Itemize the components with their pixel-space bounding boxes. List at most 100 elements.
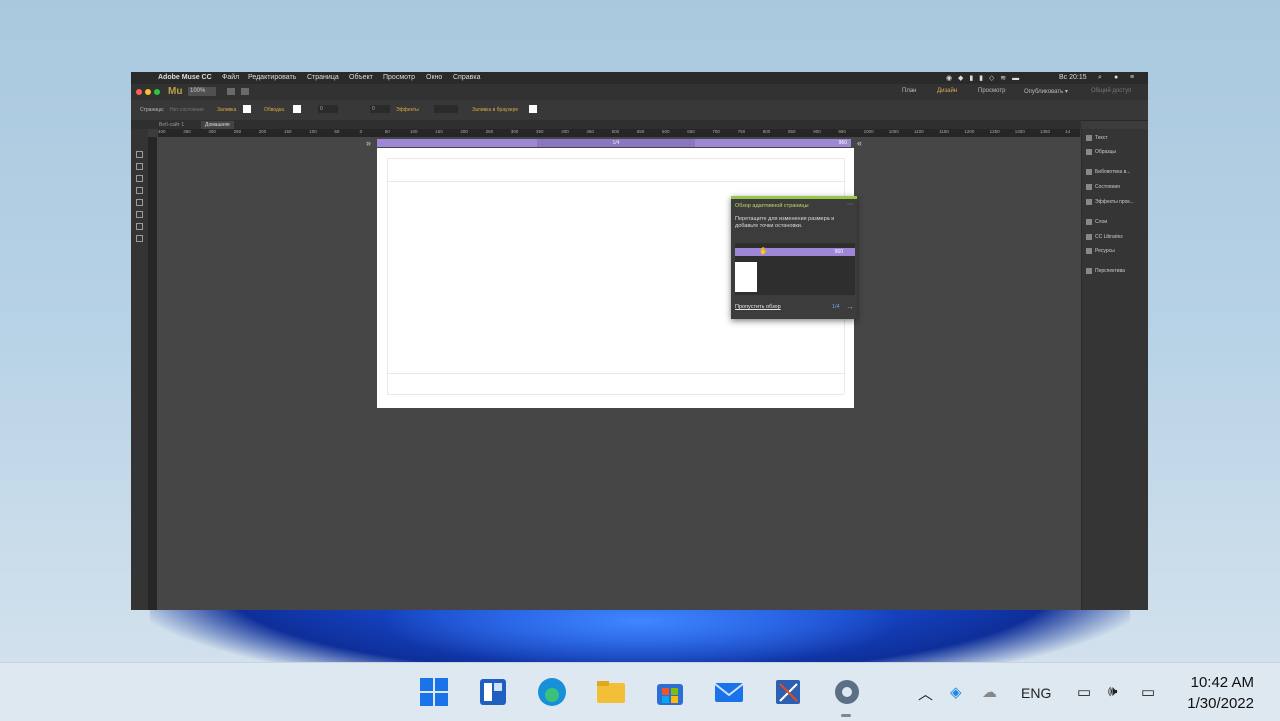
fill-stroke-icon[interactable] bbox=[136, 235, 143, 242]
edge-button[interactable] bbox=[535, 675, 569, 709]
share-button[interactable]: Общий доступ bbox=[1091, 88, 1131, 94]
volume-icon[interactable]: 🕪 bbox=[1108, 683, 1117, 700]
mode-preview[interactable]: Просмотр bbox=[978, 88, 1005, 94]
language-indicator[interactable]: ENG bbox=[1021, 685, 1051, 701]
start-button[interactable] bbox=[417, 675, 451, 709]
corner-radius-field[interactable]: 0 bbox=[370, 105, 390, 113]
network-icon[interactable]: ▭ bbox=[1077, 683, 1091, 701]
left-margin-guide bbox=[387, 158, 388, 394]
ruler-tick-label: 650 bbox=[687, 129, 695, 134]
rectangle-tool-icon[interactable] bbox=[136, 187, 143, 194]
breakpoint-left-handle-icon[interactable]: » bbox=[366, 137, 371, 149]
onedrive-icon[interactable]: ☁ bbox=[982, 683, 997, 701]
minimize-window-button[interactable] bbox=[145, 89, 151, 95]
ruler-tick-label: 500 bbox=[611, 129, 620, 134]
vertical-ruler bbox=[148, 137, 157, 610]
widgets-button[interactable] bbox=[476, 675, 510, 709]
settings-button[interactable] bbox=[830, 675, 864, 709]
ruler-tick-label: 900 bbox=[813, 129, 821, 134]
panel-swatches[interactable]: Образцы bbox=[1086, 147, 1116, 157]
tour-preview-value: 960 bbox=[834, 249, 843, 255]
tour-preview-bar: ✋ 960 bbox=[735, 248, 855, 256]
publish-button[interactable]: Опубликовать ▾ bbox=[1024, 88, 1068, 95]
panel-assets[interactable]: Ресурсы bbox=[1086, 246, 1115, 256]
panel-text[interactable]: Текст bbox=[1086, 133, 1108, 143]
menu-object[interactable]: Объект bbox=[349, 74, 373, 81]
opacity-field[interactable] bbox=[434, 105, 458, 113]
menu-page[interactable]: Страница bbox=[307, 74, 339, 81]
fill-swatch[interactable] bbox=[243, 105, 251, 113]
ruler-tick-label: 1000 bbox=[863, 129, 874, 134]
menu-edit[interactable]: Редактировать bbox=[248, 74, 296, 81]
taskbar-clock[interactable]: 10:42 AM 1/30/2022 bbox=[1187, 672, 1254, 714]
app-name-menu[interactable]: Adobe Muse CC bbox=[158, 74, 212, 81]
tour-close-icon[interactable]: ⋯ bbox=[847, 201, 853, 208]
store-icon bbox=[657, 684, 683, 705]
file-explorer-button[interactable] bbox=[594, 675, 628, 709]
ruler-tick-label: 700 bbox=[712, 129, 720, 134]
chevron-up-icon[interactable]: ︿ bbox=[918, 683, 933, 704]
mode-design[interactable]: Дизайн bbox=[937, 88, 957, 94]
notification-center-icon[interactable]: ≡ bbox=[1130, 74, 1134, 81]
mode-plan[interactable]: План bbox=[902, 88, 916, 94]
view-options-icon[interactable] bbox=[241, 88, 249, 95]
ruler-tick-label: 850 bbox=[788, 129, 796, 134]
zoom-window-button[interactable] bbox=[154, 89, 160, 95]
stroke-width-field[interactable]: 0 bbox=[318, 105, 338, 113]
ruler-tick-label: 1100 bbox=[914, 129, 924, 134]
zoom-select[interactable]: 100% bbox=[188, 87, 216, 96]
skip-tour-link[interactable]: Пропустить обзор bbox=[735, 304, 781, 310]
snipping-tool-button[interactable] bbox=[771, 675, 805, 709]
ruler-tick-label: 150 bbox=[284, 129, 292, 134]
panel-cc-libraries[interactable]: CC Libraries bbox=[1086, 232, 1123, 242]
close-window-button[interactable] bbox=[136, 89, 142, 95]
windows-logo-icon bbox=[420, 678, 448, 706]
page-label: Страница: bbox=[140, 107, 165, 113]
browser-fill-label[interactable]: Заливка в браузере bbox=[472, 107, 518, 113]
ruler-tick-label: 950 bbox=[838, 129, 846, 134]
mail-button[interactable] bbox=[712, 675, 746, 709]
panel-perspective[interactable]: Перспектива bbox=[1086, 266, 1125, 276]
ruler-tick-label: 1250 bbox=[989, 129, 1000, 134]
ruler-tick-label: 1350 bbox=[1040, 129, 1051, 134]
ruler-tick-label: 250 bbox=[485, 129, 494, 134]
ruler-tick-label: 50 bbox=[384, 129, 390, 134]
fill-label[interactable]: Заливка bbox=[217, 107, 236, 113]
ruler-tick-label: 250 bbox=[233, 129, 242, 134]
stroke-label[interactable]: Обводка bbox=[264, 107, 284, 113]
panel-library[interactable]: Библиотека в... bbox=[1086, 167, 1130, 177]
crop-tool-icon[interactable] bbox=[136, 163, 143, 170]
selection-tool-icon[interactable] bbox=[136, 151, 143, 158]
breakpoint-bar[interactable]: 1/4 960 bbox=[377, 139, 851, 147]
tab-website[interactable]: Веб-сайт 1 bbox=[155, 121, 188, 129]
spotlight-icon[interactable]: ⌕ bbox=[1098, 74, 1102, 82]
tab-home[interactable]: Домашняя bbox=[201, 121, 234, 129]
app-toolbar: Mu 100% План Дизайн Просмотр Опубликоват… bbox=[131, 84, 1148, 100]
tour-preview-page bbox=[735, 262, 757, 292]
browser-fill-swatch[interactable] bbox=[529, 105, 537, 113]
ruler-tick-label: 550 bbox=[636, 129, 645, 134]
stroke-swatch[interactable] bbox=[293, 105, 301, 113]
store-button[interactable] bbox=[653, 675, 687, 709]
muse-window: Adobe Muse CC Файл Редактировать Страниц… bbox=[131, 72, 1148, 610]
image-frame-tool-icon[interactable] bbox=[136, 199, 143, 206]
arrange-icon[interactable] bbox=[227, 88, 235, 95]
panel-scroll-effects[interactable]: Эффекты прок... bbox=[1086, 197, 1134, 207]
menu-help[interactable]: Справка bbox=[453, 74, 480, 81]
menu-view[interactable]: Просмотр bbox=[383, 74, 415, 81]
panel-layers[interactable]: Слои bbox=[1086, 217, 1107, 227]
siri-icon[interactable]: ● bbox=[1114, 74, 1118, 81]
battery-icon[interactable]: ▭ bbox=[1141, 683, 1155, 701]
hand-tool-icon[interactable] bbox=[136, 211, 143, 218]
breakpoint-width-label: 960 bbox=[838, 140, 847, 146]
breakpoint-right-handle-icon[interactable]: « bbox=[857, 137, 862, 149]
page-state-value[interactable]: Нет состояния bbox=[170, 107, 204, 113]
text-tool-icon[interactable] bbox=[136, 175, 143, 182]
effects-label[interactable]: Эффекты bbox=[396, 107, 419, 113]
menu-file[interactable]: Файл bbox=[222, 74, 239, 81]
next-arrow-icon[interactable]: → bbox=[846, 302, 854, 311]
panel-states[interactable]: Состояния bbox=[1086, 182, 1120, 192]
menu-window[interactable]: Окно bbox=[426, 74, 442, 81]
defender-icon[interactable]: ◈ bbox=[950, 683, 962, 701]
zoom-tool-icon[interactable] bbox=[136, 223, 143, 230]
